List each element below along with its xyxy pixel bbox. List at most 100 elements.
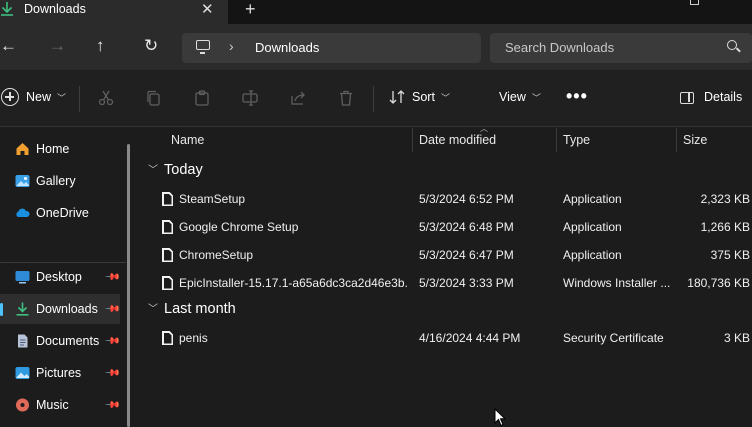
sort-button[interactable]: Sort ﹀ [389,90,450,104]
group-header-today[interactable]: ﹀ Today [148,162,203,178]
sidebar-item-label: Documents [36,334,100,348]
file-type: Application [563,220,622,234]
trash-icon[interactable] [338,90,354,106]
copy-icon[interactable] [146,90,162,106]
sidebar-item-pictures[interactable]: Pictures 📌 [0,358,121,388]
file-size: 1,266 KB [700,220,750,234]
details-pane-icon[interactable] [680,92,694,104]
forward-icon[interactable]: → [49,36,66,56]
maximize-icon[interactable] [690,0,699,5]
file-name: EpicInstaller-15.17.1-a65a6dc3ca2d46e3b.… [179,276,407,290]
chevron-down-icon[interactable]: ﹀ [148,161,158,176]
refresh-icon[interactable]: ↻ [144,36,158,56]
column-header-type[interactable]: Type [563,133,590,157]
scissors-icon[interactable] [98,90,114,106]
command-bar: New ﹀ Sort ﹀ View ﹀ ••• Details [0,70,752,127]
file-name: SteamSetup [179,192,246,206]
column-header-date-modified[interactable]: Date modified [419,133,496,157]
pin-icon[interactable]: 📌 [104,269,121,286]
divider [373,86,374,112]
this-pc-icon[interactable] [196,40,210,54]
more-options-button[interactable]: ••• [566,86,588,107]
paste-icon[interactable] [194,90,210,106]
file-name: penis [179,331,208,345]
breadcrumb-downloads[interactable]: Downloads [255,40,319,55]
file-icon [162,248,173,262]
downloads-icon [1,2,13,16]
details-button[interactable]: Details [704,90,742,104]
file-type: Windows Installer ... [563,276,671,290]
column-header-name[interactable]: Name [171,133,204,157]
mouse-cursor-icon [494,408,506,427]
address-bar[interactable]: › Downloads [182,33,481,63]
navigation-bar: ← → ↑ ↻ › Downloads Search Downloads [0,24,752,70]
pin-icon[interactable]: 📌 [104,365,121,382]
file-name: Google Chrome Setup [179,220,299,234]
new-button[interactable]: New ﹀ [26,90,66,104]
column-divider[interactable] [412,128,413,152]
sidebar-item-onedrive[interactable]: OneDrive [0,198,120,228]
new-plus-icon[interactable] [1,88,19,106]
file-date: 4/16/2024 4:44 PM [419,331,521,345]
onedrive-icon [16,208,30,217]
table-row[interactable]: Google Chrome Setup 5/3/2024 6:48 PM App… [138,215,752,243]
group-label: Last month [164,301,236,317]
file-icon [162,192,173,206]
chevron-down-icon: ﹀ [57,92,67,103]
details-label: Details [704,90,743,104]
file-list: Name ︿ Date modified Type Size ﹀ Today St… [138,124,752,427]
close-tab-icon[interactable]: ✕ [201,0,214,18]
sidebar-scrollbar[interactable] [127,144,130,427]
search-placeholder: Search Downloads [505,40,615,55]
sidebar-item-home[interactable]: Home [0,134,120,164]
table-row[interactable]: penis 4/16/2024 4:44 PM Security Certifi… [138,326,752,354]
chevron-down-icon: ﹀ [440,92,450,103]
navigation-pane: Home Gallery OneDrive Desktop 📌 Download… [0,128,138,427]
pin-icon[interactable]: 📌 [104,301,121,318]
pin-icon[interactable]: 📌 [104,397,121,414]
file-name: ChromeSetup [179,248,254,262]
documents-icon [18,334,28,348]
back-icon[interactable]: ← [0,36,17,56]
sidebar-item-desktop[interactable]: Desktop 📌 [0,262,121,292]
up-icon[interactable]: ↑ [96,36,105,56]
column-divider[interactable] [556,128,557,152]
table-row[interactable]: SteamSetup 5/3/2024 6:52 PM Application … [138,187,752,215]
music-icon [16,398,29,412]
group-label: Today [164,162,203,178]
sort-label: Sort [412,90,435,104]
view-button[interactable]: View ﹀ [499,90,541,104]
file-size: 180,736 KB [687,276,750,290]
tab-downloads[interactable]: Downloads ✕ [0,0,228,24]
chevron-right-icon[interactable]: › [229,38,234,54]
group-header-last-month[interactable]: ﹀ Last month [148,301,236,317]
rename-icon[interactable] [242,90,258,106]
search-input[interactable]: Search Downloads [490,33,752,63]
chevron-down-icon: ﹀ [531,92,541,103]
sidebar-item-label: OneDrive [36,206,89,220]
share-icon[interactable] [290,90,306,106]
sidebar-item-label: Pictures [36,366,82,380]
view-label: View [499,90,526,104]
sidebar-item-documents[interactable]: Documents 📌 [0,326,121,356]
table-row[interactable]: ChromeSetup 5/3/2024 6:47 PM Application… [138,243,752,271]
sidebar-item-gallery[interactable]: Gallery [0,166,120,196]
new-label: New [26,90,52,104]
column-header-size[interactable]: Size [683,133,707,157]
table-row[interactable]: EpicInstaller-15.17.1-a65a6dc3ca2d46e3b.… [138,271,752,299]
home-icon [16,143,29,155]
sidebar-item-music[interactable]: Music 📌 [0,390,121,420]
desktop-icon [15,271,30,284]
file-size: 375 KB [710,248,750,262]
search-icon [727,40,737,50]
sidebar-item-label: Downloads [36,302,98,316]
new-tab-button[interactable]: + [245,0,256,20]
sidebar-item-downloads[interactable]: Downloads 📌 [0,294,121,324]
divider [79,86,80,112]
file-size: 2,323 KB [700,192,750,206]
file-type: Security Certificate [563,331,664,345]
file-icon [162,276,173,290]
chevron-down-icon[interactable]: ﹀ [148,300,158,315]
pin-icon[interactable]: 📌 [104,333,121,350]
column-divider[interactable] [676,128,677,152]
